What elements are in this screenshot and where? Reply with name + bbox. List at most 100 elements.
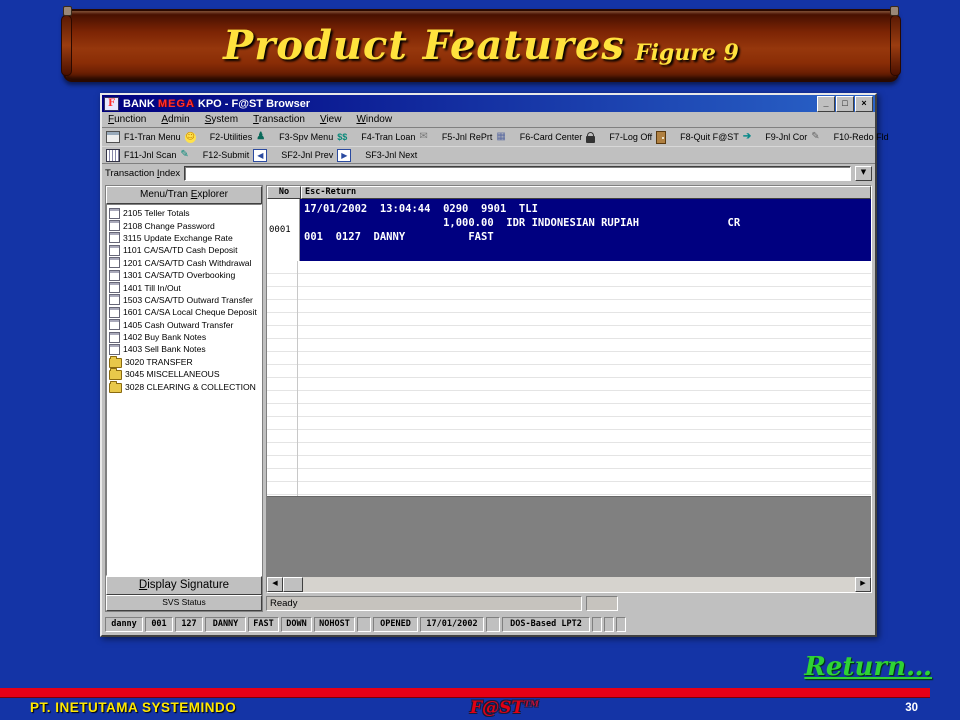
form-icon — [109, 257, 120, 268]
grid-header: No Esc-Return — [267, 186, 871, 199]
status-till: OPENED — [373, 617, 418, 632]
scrollbar-thumb[interactable] — [283, 577, 303, 592]
status-bar: danny 001 127 DANNY FAST DOWN NOHOST OPE… — [102, 614, 875, 635]
pencil-icon: ✎ — [811, 132, 819, 142]
return-link[interactable]: Return… — [804, 652, 932, 682]
menu-function[interactable]: Function — [108, 114, 146, 125]
f6-card-center-button[interactable]: F6-Card Center — [520, 132, 596, 143]
form-icon — [109, 282, 120, 293]
close-button[interactable]: × — [855, 96, 873, 112]
transaction-index-label: Transaction Index — [105, 168, 180, 179]
banner-scroll-end — [890, 15, 901, 76]
form-icon — [109, 245, 120, 256]
col-esc-return-header: Esc-Return — [301, 186, 871, 199]
ready-status: Ready — [266, 596, 582, 611]
sf2-jnl-prev-button[interactable]: SF2-Jnl Prev ▶ — [281, 149, 351, 162]
status-spacer — [357, 617, 371, 632]
tran-tree-list[interactable]: 2105 Teller Totals 2108 Change Password … — [106, 204, 262, 576]
horizontal-scrollbar[interactable]: ◀ ▶ — [267, 577, 871, 592]
menu-admin[interactable]: Admin — [161, 114, 189, 125]
status-spacer — [486, 617, 500, 632]
tree-item[interactable]: 1403 Sell Bank Notes — [109, 343, 261, 355]
tree-item[interactable]: 2105 Teller Totals — [109, 207, 261, 219]
reprint-icon: ▦ — [496, 132, 505, 142]
f10-redo-fld-button[interactable]: F10-Redo Fld — [834, 132, 889, 142]
f4-tran-loan-button[interactable]: F4-Tran Loan ✉ — [361, 132, 428, 142]
display-signature-button[interactable]: Display Signature — [106, 576, 262, 595]
scroll-left-icon[interactable]: ◀ — [267, 577, 283, 592]
form-icon — [109, 319, 120, 330]
tree-item[interactable]: 1601 CA/SA Local Cheque Deposit — [109, 306, 261, 318]
tree-item[interactable]: 3028 CLEARING & COLLECTION — [109, 380, 261, 392]
menu-bar: Function Admin System Transaction View W… — [102, 112, 875, 128]
status-branch: 001 — [145, 617, 173, 632]
chevron-down-icon[interactable]: ▼ — [855, 166, 872, 181]
f8-quit-button[interactable]: F8-Quit F@ST ➔ — [680, 132, 751, 142]
tree-item[interactable]: 1405 Cash Outward Transfer — [109, 319, 261, 331]
status-ready-row: Ready — [266, 593, 872, 612]
grid-empty-rows — [267, 261, 871, 496]
window-titlebar[interactable]: F BANK MEGA KPO - F@ST Browser _ □ × — [102, 95, 875, 112]
tree-item[interactable]: 2108 Change Password — [109, 219, 261, 231]
f3-spv-menu-button[interactable]: F3-Spv Menu $$ — [279, 132, 347, 142]
f1-tran-menu-button[interactable]: F1-Tran Menu ☺ — [106, 131, 196, 143]
tree-item[interactable]: 1402 Buy Bank Notes — [109, 331, 261, 343]
f9-jnl-cor-button[interactable]: F9-Jnl Cor ✎ — [765, 132, 819, 142]
app-window: F BANK MEGA KPO - F@ST Browser _ □ × Fun… — [100, 93, 877, 637]
folder-icon — [109, 358, 122, 368]
status-sub-panel — [586, 596, 618, 611]
scroll-right-icon[interactable]: ▶ — [855, 577, 871, 592]
restore-button[interactable]: □ — [836, 96, 854, 112]
tree-item[interactable]: 1101 CA/SA/TD Cash Deposit — [109, 244, 261, 256]
transaction-index-combobox[interactable] — [184, 166, 851, 181]
door-icon — [656, 131, 666, 144]
toolbar-row-2: F11-Jnl Scan ✎ F12-Submit ◀ SF2-Jnl Prev… — [102, 147, 875, 164]
toolbar-row-1: F1-Tran Menu ☺ F2-Utilities ♟ F3-Spv Men… — [102, 128, 875, 147]
col-no-header: No — [267, 186, 301, 199]
f11-jnl-scan-button[interactable]: F11-Jnl Scan ✎ — [106, 149, 189, 162]
f2-utilities-button[interactable]: F2-Utilities ♟ — [210, 132, 265, 142]
banner-pin — [63, 6, 72, 16]
folder-icon — [109, 383, 122, 393]
dollars-icon: $$ — [337, 132, 347, 142]
f7-log-off-button[interactable]: F7-Log Off — [609, 131, 666, 144]
journal-entry: 17/01/2002 13:04:44 0290 9901 TLI 1,000.… — [300, 199, 871, 261]
tran-menu-icon — [106, 131, 120, 143]
form-icon — [109, 307, 120, 318]
status-host: NOHOST — [314, 617, 355, 632]
svs-status-panel: SVS Status — [106, 595, 262, 611]
status-link: DOWN — [281, 617, 312, 632]
transaction-index-input[interactable] — [185, 167, 850, 180]
tree-item[interactable]: 1301 CA/SA/TD Overbooking — [109, 269, 261, 281]
column-divider — [297, 261, 298, 496]
form-icon — [109, 332, 120, 343]
status-spacer — [616, 617, 626, 632]
form-icon — [109, 294, 120, 305]
tree-item[interactable]: 3020 TRANSFER — [109, 356, 261, 368]
quit-icon: ➔ — [743, 132, 751, 142]
menu-tran-explorer-button[interactable]: Menu/Tran Explorer — [106, 186, 262, 204]
row-number: 0001 — [267, 199, 300, 261]
tree-item[interactable]: 1401 Till In/Out — [109, 281, 261, 293]
tree-item[interactable]: 1201 CA/SA/TD Cash Withdrawal — [109, 257, 261, 269]
menu-window[interactable]: Window — [356, 114, 392, 125]
menu-transaction[interactable]: Transaction — [253, 114, 305, 125]
tree-item[interactable]: 1503 CA/SA/TD Outward Transfer — [109, 294, 261, 306]
f12-submit-button[interactable]: F12-Submit ◀ — [203, 149, 268, 162]
prev-track-icon: ◀ — [253, 149, 267, 162]
sf3-jnl-next-button[interactable]: SF3-Jnl Next — [365, 150, 417, 160]
footer-company: PT. INETUTAMA SYSTEMINDO — [30, 700, 236, 715]
f5-jnl-reprint-button[interactable]: F5-Jnl RePrt ▦ — [442, 132, 506, 142]
left-panel: Menu/Tran Explorer 2105 Teller Totals 21… — [105, 185, 263, 612]
lock-icon — [586, 136, 595, 143]
form-icon — [109, 344, 120, 355]
tree-item[interactable]: 3115 Update Exchange Rate — [109, 232, 261, 244]
tree-item[interactable]: 3045 MISCELLANEOUS — [109, 368, 261, 380]
folder-icon — [109, 370, 122, 380]
menu-view[interactable]: View — [320, 114, 342, 125]
minimize-button[interactable]: _ — [817, 96, 835, 112]
journal-row-selected[interactable]: 0001 17/01/2002 13:04:44 0290 9901 TLI 1… — [267, 199, 871, 261]
slide-title: Product Features — [223, 22, 625, 69]
status-printer: DOS-Based LPT2 — [502, 617, 590, 632]
menu-system[interactable]: System — [205, 114, 238, 125]
